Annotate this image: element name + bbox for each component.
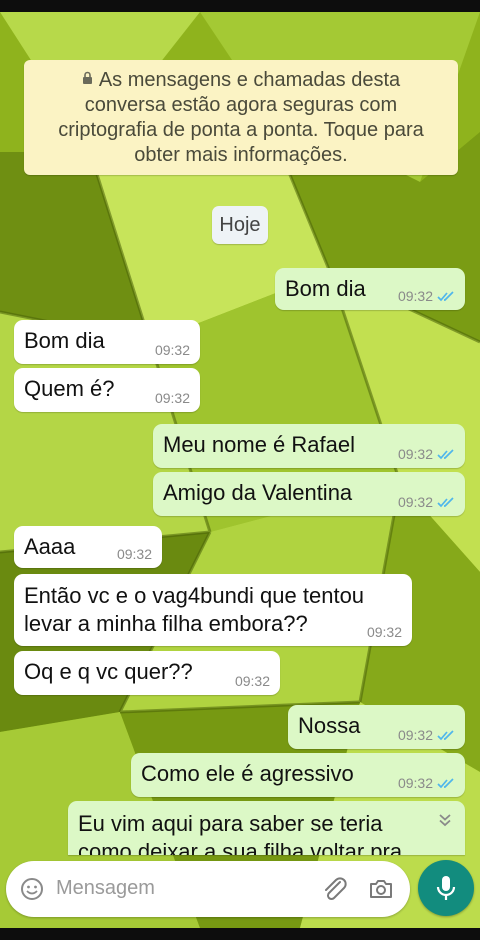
encryption-notice-line-1: As mensagens e chamadas desta bbox=[82, 68, 400, 93]
message-bubble-outgoing[interactable]: Meu nome é Rafael 09:32 bbox=[153, 424, 465, 468]
message-bubble-incoming[interactable]: Oq e q vc quer?? 09:32 bbox=[14, 651, 280, 695]
message-time: 09:32 bbox=[397, 446, 433, 462]
encryption-notice-text: As mensagens e chamadas desta bbox=[98, 68, 401, 91]
message-bubble-incoming[interactable]: Aaaa 09:32 bbox=[14, 526, 162, 568]
message-bubble-incoming[interactable]: Então vc e o vag4bundi que tentou levar … bbox=[14, 574, 412, 646]
message-text-line-1: Eu vim aqui para saber se teria bbox=[78, 811, 383, 836]
date-chip: Hoje bbox=[212, 206, 268, 244]
double-check-icon bbox=[437, 729, 454, 740]
message-bubble-outgoing[interactable]: Eu vim aqui para saber se teria como dei… bbox=[68, 801, 465, 855]
message-bubble-incoming[interactable]: Quem é? 09:32 bbox=[14, 368, 200, 412]
encryption-notice[interactable]: As mensagens e chamadas desta conversa e… bbox=[24, 60, 458, 175]
emoji-icon[interactable] bbox=[20, 877, 44, 901]
message-bubble-outgoing[interactable]: Bom dia 09:32 bbox=[275, 268, 465, 310]
scroll-to-bottom-button[interactable] bbox=[430, 805, 460, 835]
message-time: 09:32 bbox=[397, 775, 433, 791]
message-meta: 09:32 bbox=[398, 494, 455, 510]
message-composer[interactable]: Mensagem bbox=[6, 861, 410, 917]
message-bubble-incoming[interactable]: Bom dia 09:32 bbox=[14, 320, 200, 364]
lock-icon bbox=[82, 71, 92, 84]
camera-icon[interactable] bbox=[368, 877, 394, 901]
message-time: 09:32 bbox=[397, 494, 433, 510]
double-check-icon bbox=[437, 496, 454, 507]
message-time: 09:32 bbox=[366, 624, 402, 640]
double-chevron-down-icon bbox=[439, 814, 451, 827]
message-text-line-2: levar a minha filha embora?? bbox=[24, 611, 308, 636]
message-time: 09:32 bbox=[154, 390, 190, 406]
microphone-icon bbox=[436, 876, 456, 900]
message-meta: 09:32 bbox=[117, 546, 152, 562]
message-meta: 09:32 bbox=[155, 390, 190, 406]
message-time: 09:32 bbox=[234, 673, 270, 689]
message-text-line-1: Então vc e o vag4bundi que tentou bbox=[24, 583, 365, 608]
paperclip-icon[interactable] bbox=[322, 877, 348, 901]
message-time: 09:32 bbox=[116, 546, 152, 562]
message-meta: 09:32 bbox=[235, 673, 270, 689]
message-time: 09:32 bbox=[397, 727, 433, 743]
message-bubble-outgoing[interactable]: Amigo da Valentina 09:32 bbox=[153, 472, 465, 516]
message-meta: 09:32 bbox=[155, 342, 190, 358]
double-check-icon bbox=[437, 777, 454, 788]
navigation-bar bbox=[0, 928, 480, 940]
voice-message-button[interactable] bbox=[418, 860, 474, 916]
encryption-notice-line-3: criptografia de ponta a ponta. Toque par… bbox=[58, 118, 424, 141]
encryption-notice-line-2: conversa estão agora seguras com bbox=[84, 93, 398, 116]
message-meta: 09:32 bbox=[398, 775, 455, 791]
message-time: 09:32 bbox=[397, 288, 433, 304]
double-check-icon bbox=[437, 290, 454, 301]
message-meta: 09:32 bbox=[398, 288, 455, 304]
status-bar bbox=[0, 0, 480, 12]
double-check-icon bbox=[437, 448, 454, 459]
message-input[interactable]: Mensagem bbox=[56, 877, 155, 900]
encryption-notice-line-4: obter mais informações. bbox=[134, 143, 348, 166]
message-time: 09:32 bbox=[154, 342, 190, 358]
message-text-line-2: como deixar a sua filha voltar pra bbox=[78, 839, 403, 855]
chat-screen: As mensagens e chamadas desta conversa e… bbox=[0, 0, 480, 940]
message-meta: 09:32 bbox=[398, 727, 455, 743]
message-bubble-outgoing[interactable]: Nossa 09:32 bbox=[288, 705, 465, 749]
message-text: Oq e q vc quer?? bbox=[24, 659, 193, 684]
message-meta: 09:32 bbox=[367, 624, 402, 640]
message-meta: 09:32 bbox=[398, 446, 455, 462]
message-bubble-outgoing[interactable]: Como ele é agressivo 09:32 bbox=[131, 753, 465, 797]
